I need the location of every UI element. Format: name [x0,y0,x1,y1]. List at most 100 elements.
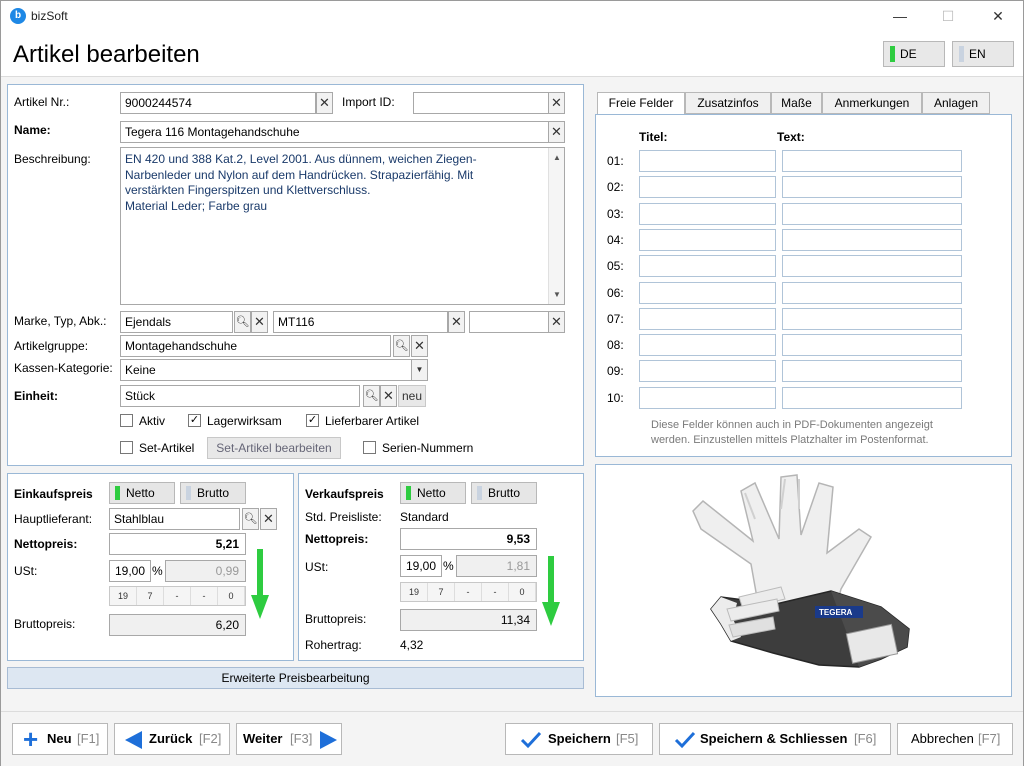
clear-icon[interactable]: ✕ [548,92,565,114]
clear-icon[interactable]: ✕ [316,92,333,114]
freie-feld-titel-input[interactable] [639,202,776,225]
einkauf-nettopreis-input[interactable]: 5,21 [109,533,246,555]
close-button[interactable]: ✕ [975,5,1021,27]
search-icon[interactable]: 🔍︎ [393,335,410,357]
freie-feld-titel-input[interactable] [639,281,776,304]
clear-icon[interactable]: ✕ [411,335,428,357]
verkauf-nettopreis-input[interactable]: 9,53 [400,528,537,550]
artikel-nr-input[interactable]: 9000244574 [120,92,316,114]
tax-preset-button[interactable]: - [455,583,482,601]
lagerwirksam-checkbox[interactable]: ✓ [188,414,201,427]
clear-icon[interactable]: ✕ [260,508,277,530]
freie-feld-text-input[interactable] [782,228,962,251]
tax-preset-button[interactable]: - [191,587,218,605]
zurueck-button[interactable]: Zurück [F2] [114,723,230,755]
tax-preset-button[interactable]: 7 [428,583,455,601]
clear-icon[interactable]: ✕ [380,385,397,407]
freie-feld-text-input[interactable] [782,281,962,304]
scrollbar[interactable]: ▲ ▼ [548,148,564,304]
weiter-button[interactable]: Weiter [F3] [236,723,342,755]
tax-preset-button[interactable]: 19 [110,587,137,605]
erweiterte-preisbearbeitung-button[interactable]: Erweiterte Preisbearbeitung [7,667,584,689]
lang-en-button[interactable]: EN [952,41,1014,67]
freie-feld-titel-input[interactable] [639,176,776,199]
speichern-label: Speichern [548,731,611,746]
freie-feld-text-input[interactable] [782,307,962,330]
einkauf-nettopreis-label: Nettopreis: [14,537,78,551]
freie-feld-text-input[interactable] [782,334,962,357]
lang-de-button[interactable]: DE [883,41,945,67]
tax-preset-button[interactable]: 0 [218,587,245,605]
scroll-down-icon[interactable]: ▼ [553,290,561,299]
freie-feld-text-input[interactable] [782,150,962,172]
artikelgruppe-label: Artikelgruppe: [14,339,89,353]
freie-feld-titel-input[interactable] [639,334,776,357]
freie-feld-titel-input[interactable] [639,228,776,251]
speichern-button[interactable]: Speichern [F5] [505,723,653,755]
clear-icon[interactable]: ✕ [448,311,465,333]
artikelgruppe-input[interactable]: Montagehandschuhe [120,335,391,357]
tax-preset-button[interactable]: 7 [137,587,164,605]
beschreibung-textarea[interactable]: EN 420 und 388 Kat.2, Level 2001. Aus dü… [120,147,565,305]
hauptlieferant-input[interactable]: Stahlblau [109,508,240,530]
freie-feld-titel-input[interactable] [639,360,776,383]
verkauf-ust-input[interactable]: 19,00 [400,555,442,577]
freie-felder-hint: Diese Felder können auch in PDF-Dokument… [651,419,933,431]
abbrechen-button[interactable]: Abbrechen [F7] [897,723,1013,755]
verkauf-brutto-button[interactable]: Brutto [471,482,537,504]
set-artikel-edit-button[interactable]: Set-Artikel bearbeiten [207,437,341,459]
tab-anlagen[interactable]: Anlagen [922,92,990,114]
abk-input[interactable] [469,311,549,333]
tax-preset-button[interactable]: - [164,587,191,605]
lieferbar-checkbox[interactable]: ✓ [306,414,319,427]
name-input[interactable]: Tegera 116 Montagehandschuhe [120,121,549,143]
aktiv-checkbox[interactable] [120,414,133,427]
neu-button[interactable]: + Neu [F1] [12,723,108,755]
freie-feld-titel-input[interactable] [639,150,776,172]
freie-feld-titel-input[interactable] [639,386,776,409]
freie-feld-text-input[interactable] [782,386,962,409]
einkauf-bruttopreis-input[interactable]: 6,20 [109,614,246,636]
scroll-up-icon[interactable]: ▲ [553,153,561,162]
freie-feld-text-input[interactable] [782,202,962,225]
marke-input[interactable]: Ejendals [120,311,233,333]
freie-feld-titel-input[interactable] [639,255,776,278]
freie-feld-text-input[interactable] [782,360,962,383]
freie-feld-titel-input[interactable] [639,307,776,330]
serien-nummern-checkbox[interactable] [363,441,376,454]
einheit-input[interactable]: Stück [120,385,360,407]
brutto-label: Brutto [488,486,521,500]
set-artikel-checkbox[interactable] [120,441,133,454]
tab-anmerkungen[interactable]: Anmerkungen [822,92,922,114]
einkauf-ust-input[interactable]: 19,00 [109,560,151,582]
typ-input[interactable]: MT116 [273,311,448,333]
search-icon[interactable]: 🔍︎ [363,385,380,407]
clear-icon[interactable]: ✕ [251,311,268,333]
minimize-button[interactable]: — [877,5,923,27]
search-icon[interactable]: 🔍︎ [234,311,251,333]
import-id-label: Import ID: [342,95,395,109]
freie-feld-text-input[interactable] [782,255,962,278]
tax-preset-button[interactable]: 0 [509,583,536,601]
tab-masse[interactable]: Maße [771,92,822,114]
maximize-button[interactable]: ☐ [925,5,971,27]
search-icon[interactable]: 🔍︎ [242,508,259,530]
freie-feld-text-input[interactable] [782,176,962,199]
clear-icon[interactable]: ✕ [548,311,565,333]
tax-preset-button[interactable]: 19 [401,583,428,601]
einheit-neu-button[interactable]: neu [398,385,426,407]
neu-label: Neu [47,731,72,746]
einkauf-netto-button[interactable]: Netto [109,482,175,504]
kassen-kategorie-select[interactable]: Keine [120,359,413,381]
tab-zusatzinfos[interactable]: Zusatzinfos [685,92,771,114]
verkauf-bruttopreis-input[interactable]: 11,34 [400,609,537,631]
import-id-input[interactable] [413,92,549,114]
tab-freie-felder[interactable]: Freie Felder [597,92,685,115]
einkauf-brutto-button[interactable]: Brutto [180,482,246,504]
arrow-down-icon [542,556,560,626]
clear-icon[interactable]: ✕ [548,121,565,143]
verkauf-netto-button[interactable]: Netto [400,482,466,504]
chevron-down-icon[interactable]: ▼ [411,359,428,381]
tax-preset-button[interactable]: - [482,583,509,601]
speichern-schliessen-button[interactable]: Speichern & Schliessen [F6] [659,723,891,755]
